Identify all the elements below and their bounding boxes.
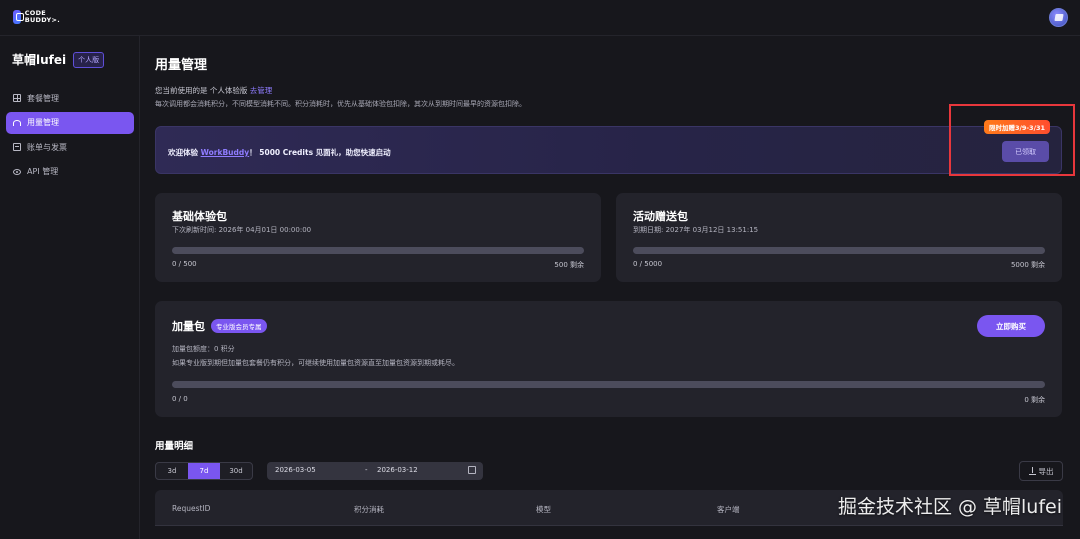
sidebar-nav: 套餐管理 用量管理 账单与发票 API 管理: [6, 87, 134, 185]
range-tab-3d[interactable]: 3d: [156, 463, 188, 479]
end-date[interactable]: 2026-03-12: [377, 466, 418, 474]
usage-count: 0 / 0: [172, 395, 188, 403]
usage-count: 0 / 500: [172, 260, 197, 268]
expiry-date: 到期日期: 2027年 03月12日 13:51:15: [633, 226, 759, 234]
column-header: 客户端: [717, 505, 740, 514]
sidebar-item-api[interactable]: API 管理: [6, 161, 134, 183]
addon-quota: 加量包额度：0 积分: [172, 345, 235, 353]
sidebar-item-label: 用量管理: [27, 118, 59, 127]
remaining-count: 0 剩余: [1024, 396, 1045, 404]
usage-count: 0 / 5000: [633, 260, 663, 268]
sidebar-item-plan[interactable]: 套餐管理: [6, 87, 134, 109]
user-avatar[interactable]: [1049, 8, 1068, 27]
usage-detail-title: 用量明细: [155, 441, 194, 452]
event-pack-card: 活动赠送包 到期日期: 2027年 03月12日 13:51:15 0 / 50…: [616, 193, 1062, 282]
plan-badge: 个人版: [73, 51, 105, 68]
page-title: 用量管理: [155, 58, 208, 73]
progress-bar: [172, 381, 1045, 388]
addon-note: 如果专业版到期但加量包套餐仍有积分，可继续使用加量包资源直至加量包资源到期或耗尽…: [172, 359, 459, 367]
range-tab-30d[interactable]: 30d: [220, 463, 252, 479]
gauge-icon: [13, 119, 21, 126]
calendar-icon[interactable]: [468, 466, 476, 474]
addon-pack-card: 加量包 专业版会员专属 立即购买 加量包额度：0 积分 如果专业版到期但加量包套…: [155, 301, 1062, 417]
base-pack-card: 基础体验包 下次刷新时间: 2026年 04月01日 00:00:00 0 / …: [155, 193, 601, 282]
card-title: 活动赠送包: [633, 210, 688, 223]
claimed-button[interactable]: 已领取: [1002, 141, 1049, 162]
progress-bar: [633, 247, 1045, 254]
grid-icon: [13, 94, 21, 102]
range-tabs: 3d 7d 30d: [155, 462, 253, 480]
promo-text: 欢迎体验 WorkBuddy！ 5000 Credits 见面礼，助您快速启动: [168, 148, 391, 157]
range-tab-7d[interactable]: 7d: [188, 463, 220, 479]
eye-icon: [13, 168, 21, 175]
export-button[interactable]: 导出: [1019, 461, 1063, 481]
card-title: 基础体验包: [172, 210, 227, 223]
watermark: 掘金技术社区 @ 草帽lufei: [837, 496, 1062, 518]
promo-banner: 欢迎体验 WorkBuddy！ 5000 Credits 见面礼，助您快速启动 …: [155, 120, 1062, 174]
date-range-picker[interactable]: 2026-03-05 - 2026-03-12: [267, 462, 483, 480]
sidebar-item-label: 套餐管理: [27, 93, 59, 103]
limited-time-tag: 限时加赠3/9-3/31: [983, 120, 1050, 134]
download-icon: [1028, 466, 1036, 475]
top-bar: CODE BUDDY>.: [0, 0, 1080, 36]
logo-icon: [13, 10, 24, 24]
date-separator: -: [365, 466, 368, 474]
sidebar: 草帽lufei 个人版 套餐管理 用量管理 账单与发票 API 管理: [0, 36, 140, 539]
workbuddy-link[interactable]: WorkBuddy: [201, 148, 250, 157]
credit-rule-text: 每次调用都会消耗积分，不同模型消耗不同。积分消耗时，优先从基础体验包扣除，其次从…: [155, 100, 526, 108]
buy-now-button[interactable]: 立即购买: [977, 315, 1045, 337]
sidebar-item-usage[interactable]: 用量管理: [6, 111, 134, 134]
user-name: 草帽lufei: [12, 53, 67, 67]
column-header: 模型: [536, 505, 551, 514]
logo-text-line2: BUDDY>.: [24, 16, 60, 24]
column-header: RequestID: [172, 504, 211, 513]
account-header: 草帽lufei 个人版: [12, 51, 105, 68]
export-label: 导出: [1038, 466, 1054, 476]
remaining-count: 5000 剩余: [1010, 261, 1045, 269]
column-header: 积分消耗: [354, 505, 384, 514]
remaining-count: 500 剩余: [554, 261, 584, 269]
plan-intro: 您当前使用的是 个人体验版 去管理: [155, 86, 273, 95]
codebuddy-logo[interactable]: CODE BUDDY>.: [13, 8, 60, 26]
progress-bar: [172, 247, 584, 254]
card-title: 加量包: [172, 320, 205, 333]
start-date[interactable]: 2026-03-05: [275, 466, 316, 474]
sidebar-item-label: API 管理: [27, 167, 59, 176]
manage-link[interactable]: 去管理: [250, 86, 273, 95]
refresh-time: 下次刷新时间: 2026年 04月01日 00:00:00: [172, 226, 312, 234]
bill-icon: [13, 143, 21, 151]
sidebar-item-billing[interactable]: 账单与发票: [6, 136, 134, 158]
sidebar-item-label: 账单与发票: [27, 142, 67, 152]
pro-member-badge: 专业版会员专属: [211, 319, 267, 333]
